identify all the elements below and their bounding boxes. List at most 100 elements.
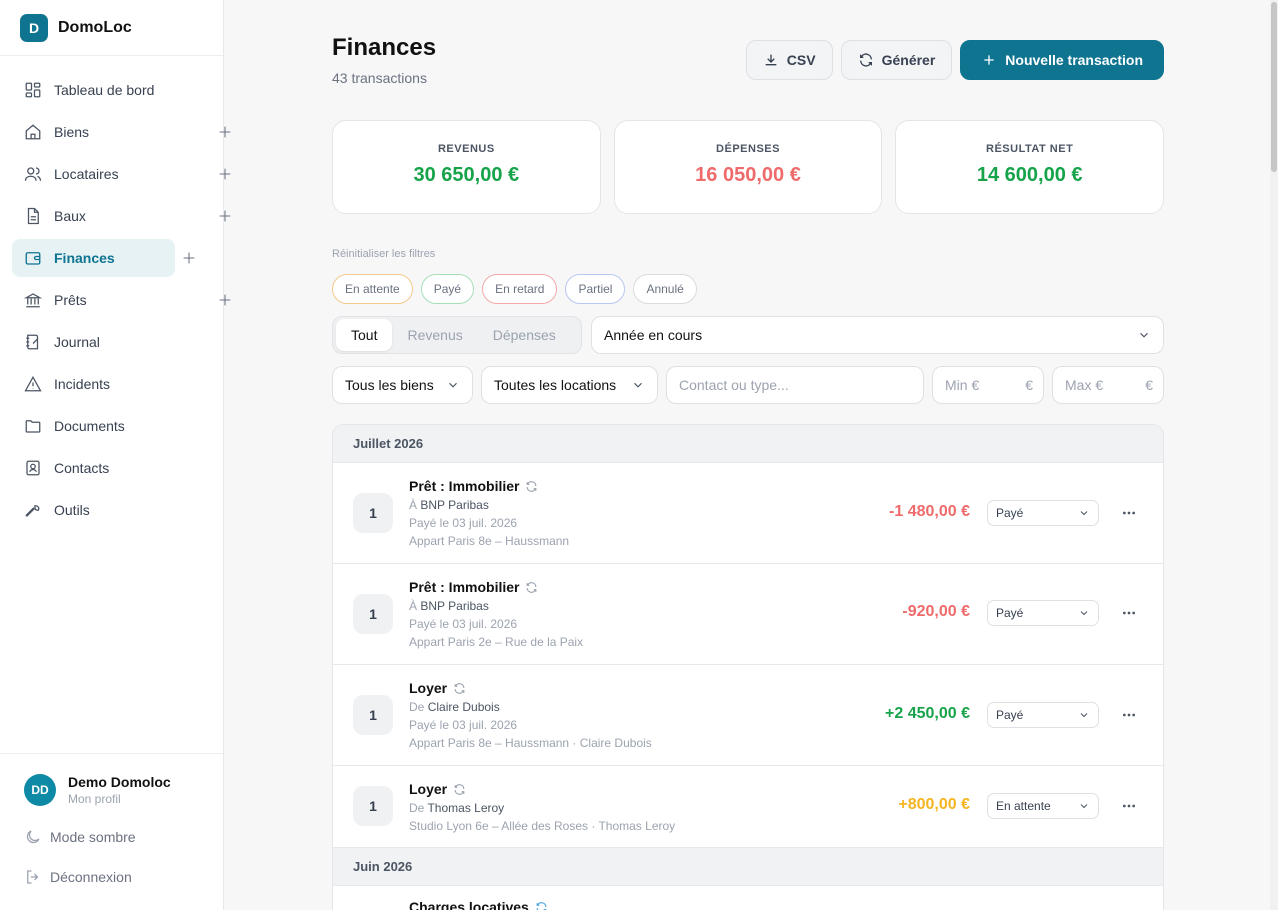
transaction-title-text: Loyer	[409, 781, 448, 797]
add-tenant-icon[interactable]	[217, 166, 233, 182]
sidebar-item-baux[interactable]: Baux	[12, 197, 231, 235]
transaction-amount: -1 480,00 €	[889, 503, 970, 520]
csv-export-button[interactable]: CSV	[745, 40, 833, 80]
sidebar-item-prets[interactable]: Prêts	[12, 281, 231, 319]
sidebar-item-journal[interactable]: Journal	[12, 323, 211, 361]
plus-icon	[984, 55, 994, 65]
status-select[interactable]: Payé	[987, 702, 1099, 728]
transaction-title-text: Prêt : Immobilier	[409, 579, 520, 595]
chevron-down-icon	[449, 382, 457, 388]
sidebar-item-locataires[interactable]: Locataires	[12, 155, 231, 193]
counterparty-prefix: À	[409, 599, 418, 613]
profile-name: Demo Domoloc	[68, 774, 171, 790]
sidebar-item-label: Locataires	[54, 166, 119, 182]
add-property-icon[interactable]	[217, 124, 233, 140]
status-select[interactable]: Payé	[987, 500, 1099, 526]
transaction-title-text: Loyer	[409, 680, 448, 696]
sidebar-item-tableau-de-bord[interactable]: Tableau de bord	[12, 71, 211, 109]
logout-button[interactable]: Déconnexion	[24, 868, 223, 886]
page-scrollbar[interactable]	[1270, 0, 1278, 910]
chevron-down-icon	[634, 382, 642, 388]
status-select[interactable]: Payé	[987, 600, 1099, 626]
sidebar-item-label: Incidents	[54, 376, 111, 392]
transaction-info: Prêt : Immobilier À BNP Paribas Payé le …	[409, 478, 569, 548]
max-amount-field: €	[1052, 366, 1164, 404]
more-actions-button[interactable]	[1117, 503, 1141, 523]
counterparty: De Claire Dubois	[409, 700, 652, 714]
table-row[interactable]: Charges locatives	[333, 886, 1163, 910]
scrollbar-thumb[interactable]	[1271, 2, 1277, 172]
stat-value: 30 650,00 €	[413, 164, 520, 186]
new-transaction-button[interactable]: Nouvelle transaction	[960, 40, 1164, 80]
more-icon	[1123, 611, 1135, 615]
sidebar-item-finances[interactable]: Finances	[12, 239, 195, 277]
more-actions-button[interactable]	[1117, 603, 1141, 623]
table-row[interactable]: 1 Loyer De Thomas Leroy Studio Lyon 6e –…	[333, 766, 1163, 848]
add-transaction-icon[interactable]	[181, 250, 197, 266]
refresh-icon	[859, 53, 872, 67]
more-actions-button[interactable]	[1117, 796, 1141, 816]
generate-button[interactable]: Générer	[840, 40, 953, 80]
transaction-list: Juillet 2026 1 Prêt : Immobilier À BNP P…	[332, 424, 1164, 910]
summary-cards: REVENUS 30 650,00 € DÉPENSES 16 050,00 €…	[332, 120, 1165, 214]
tab-revenus[interactable]: Revenus	[392, 319, 477, 351]
sidebar-item-documents[interactable]: Documents	[12, 407, 211, 445]
contact-search-input[interactable]	[666, 366, 924, 404]
more-icon	[1123, 804, 1135, 808]
chevron-down-icon	[1080, 611, 1088, 616]
home-icon	[25, 124, 41, 140]
stat-label: DÉPENSES	[716, 143, 780, 155]
period-select[interactable]: Année en cours	[591, 316, 1164, 354]
sidebar-item-label: Documents	[54, 418, 125, 434]
status-value: Payé	[996, 708, 1024, 722]
warning-icon	[24, 375, 42, 392]
stat-resultat-net: RÉSULTAT NET 14 600,00 €	[895, 120, 1165, 214]
brand[interactable]: D DomoLoc	[0, 0, 223, 56]
chip-en-retard[interactable]: En retard	[482, 274, 558, 304]
stat-label: REVENUS	[437, 143, 495, 155]
quantity-badge: 1	[353, 695, 393, 735]
sidebar-item-label: Journal	[54, 334, 100, 350]
chip-annule[interactable]: Annulé	[633, 274, 697, 304]
sidebar-nav: Tableau de bord Biens Locataires Baux Fi…	[0, 56, 231, 529]
tab-depenses[interactable]: Dépenses	[478, 319, 571, 351]
table-row[interactable]: 1 Prêt : Immobilier À BNP Paribas Payé l…	[333, 463, 1163, 564]
property-select[interactable]: Tous les biens	[332, 366, 473, 404]
counterparty-name: Thomas Leroy	[427, 801, 505, 815]
stat-value: 16 050,00 €	[695, 164, 801, 186]
chip-paye[interactable]: Payé	[420, 274, 475, 304]
csv-label: CSV	[786, 52, 816, 68]
sidebar-item-contacts[interactable]: Contacts	[12, 449, 211, 487]
dark-mode-toggle[interactable]: Mode sombre	[24, 828, 223, 846]
add-loan-icon[interactable]	[217, 292, 233, 308]
chip-partiel[interactable]: Partiel	[565, 274, 626, 304]
chip-en-attente[interactable]: En attente	[332, 274, 413, 304]
status-value: Payé	[996, 506, 1024, 520]
currency-suffix: €	[1025, 377, 1033, 393]
add-lease-icon[interactable]	[217, 208, 233, 224]
table-row[interactable]: 1 Prêt : Immobilier À BNP Paribas Payé l…	[333, 564, 1163, 665]
sidebar-item-biens[interactable]: Biens	[12, 113, 231, 151]
rental-select[interactable]: Toutes les locations	[481, 366, 658, 404]
transaction-title-text: Prêt : Immobilier	[409, 478, 520, 494]
sidebar-item-label: Finances	[54, 250, 115, 266]
sidebar-item-incidents[interactable]: Incidents	[12, 365, 211, 403]
status-value: En attente	[996, 799, 1051, 813]
more-icon	[1123, 511, 1135, 515]
tab-tout[interactable]: Tout	[336, 319, 393, 351]
rental-value: Toutes les locations	[494, 377, 617, 393]
sidebar-item-outils[interactable]: Outils	[12, 491, 211, 529]
transaction-amount: -920,00 €	[902, 603, 970, 620]
sidebar-item-label: Biens	[54, 124, 90, 140]
status-select[interactable]: En attente	[987, 793, 1099, 819]
status-value: Payé	[996, 606, 1024, 620]
more-actions-button[interactable]	[1117, 705, 1141, 725]
avatar: DD	[24, 774, 56, 806]
reset-filters-link[interactable]: Réinitialiser les filtres	[332, 248, 435, 260]
profile-link[interactable]: DD Demo Domoloc Mon profil	[24, 774, 223, 806]
quantity-badge: 1	[353, 786, 393, 826]
transaction-info: Loyer De Claire Dubois Payé le 03 juil. …	[409, 680, 652, 750]
header-actions: CSV Générer Nouvelle transaction	[745, 40, 1164, 80]
period-value: Année en cours	[604, 327, 703, 343]
table-row[interactable]: 1 Loyer De Claire Dubois Payé le 03 juil…	[333, 665, 1163, 766]
